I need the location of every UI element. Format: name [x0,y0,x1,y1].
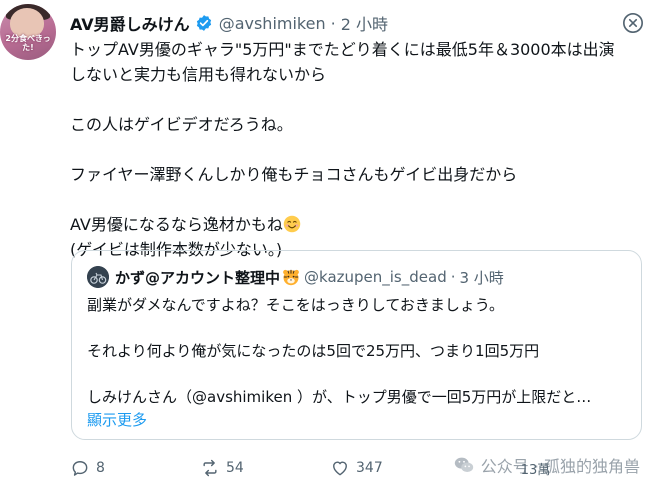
quoted-tweet-text: 副業がダメなんですよね？そこをはっきりしておきましょう。 それより何より俺が気に… [87,294,632,432]
watermark-overlap-count: 13萬 [520,463,551,478]
tweet-line: しないと実力も信用も得れないから [70,65,327,84]
like-count: 347 [356,460,383,476]
quoted-tweet[interactable]: かず@アカウント整理中 @kazupen_is_dead · 3 小時 副業がダ… [71,250,642,440]
repost-button[interactable]: 54 [200,455,244,481]
author-display-name[interactable]: AV男爵しみけん [70,11,190,35]
reply-icon [72,461,88,476]
tweet-line-text: AV男優になるなら逸材かもね [70,215,283,234]
quoted-author-avatar[interactable] [87,266,109,288]
reply-count: 8 [96,460,105,476]
tweet-text: トップAV男優のギャラ"5万円"までたどり着くには最低5年＆3000本は出演 し… [70,37,645,262]
tweet-line: ファイヤー澤野くんしかり俺もチョコさんもゲイビ出身だから [70,165,518,184]
watermark: 公众号 · 孤独的独角兽 13萬 [453,453,640,478]
watermark-text: 公众号 · 孤独的独角兽 [480,457,640,476]
tweet-line: トップAV男優のギャラ"5万円"までたどり着くには最低5年＆3000本は出演 [70,40,615,59]
header-separator: · [330,13,336,33]
quoted-line: しみけんさん（@avshimiken ）が、トップ男優で一回5万円が上限だと… [87,388,592,406]
quoted-header-separator: · [450,268,456,286]
author-handle[interactable]: @avshimiken [219,14,326,33]
reply-button[interactable]: 8 [70,455,105,481]
tiger-face-icon [283,269,299,286]
repost-icon [203,459,217,477]
quoted-line: 副業がダメなんですよね？そこをはっきりしておきましょう。 [87,296,505,314]
author-avatar[interactable]: 2分食べきった! [0,4,56,60]
tweet-line: AV男優になるなら逸材かもね [70,212,645,237]
tweet-timestamp[interactable]: 2 小時 [341,11,388,35]
tweet: 2分食べきった! AV男爵しみけん @avshimiken · 2 小時 トップ… [0,0,660,490]
close-icon[interactable] [622,12,644,34]
wechat-icon [454,457,473,473]
like-button[interactable]: 347 [330,455,383,481]
quoted-tweet-timestamp[interactable]: 3 小時 [460,267,504,288]
quoted-author-handle[interactable]: @kazupen_is_dead [304,268,447,286]
tweet-header: AV男爵しみけん @avshimiken · 2 小時 [70,10,388,36]
show-more-link[interactable]: 顯示更多 [87,411,147,429]
avatar-caption: 2分食べきった! [5,34,51,52]
quoted-line: それより何より俺が気になったのは5回で25万円、つまり1回5万円 [87,342,540,360]
heart-icon [333,461,347,476]
tweet-line: この人はゲイビデオだろうね。 [70,115,293,134]
quoted-author-name[interactable]: かず@アカウント整理中 [115,267,280,288]
smiling-face-icon [283,215,301,233]
quoted-tweet-header: かず@アカウント整理中 @kazupen_is_dead · 3 小時 [87,265,504,289]
verified-badge-icon [196,15,211,31]
repost-count: 54 [226,460,244,476]
